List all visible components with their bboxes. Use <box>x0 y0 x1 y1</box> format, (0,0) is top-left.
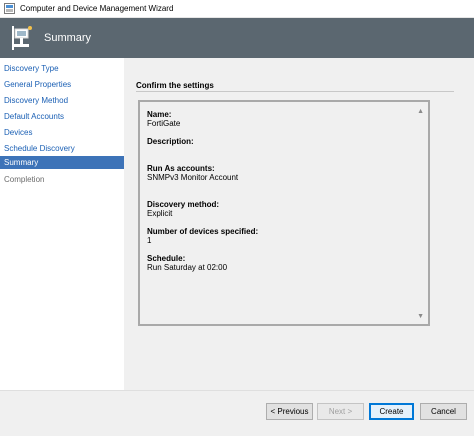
wizard-content: Confirm the settings Name: FortiGate Des… <box>124 58 474 390</box>
previous-button[interactable]: < Previous <box>266 403 313 420</box>
nav-item-discovery-method[interactable]: Discovery Method <box>0 94 124 107</box>
nav-item-schedule-discovery[interactable]: Schedule Discovery <box>0 142 124 155</box>
discovery-method-value: Explicit <box>147 209 173 218</box>
wizard-step-nav: Discovery Type General Properties Discov… <box>0 58 124 390</box>
nav-item-default-accounts[interactable]: Default Accounts <box>0 110 124 123</box>
nav-item-devices[interactable]: Devices <box>0 126 124 139</box>
nav-item-completion: Completion <box>4 175 45 184</box>
cancel-button[interactable]: Cancel <box>420 403 467 420</box>
summary-text-box[interactable]: Name: FortiGate Description: Run As acco… <box>138 100 430 326</box>
nav-item-general-properties[interactable]: General Properties <box>0 78 124 91</box>
schedule-label: Schedule: <box>147 254 186 263</box>
scroll-up-arrow-icon[interactable]: ▲ <box>417 108 424 115</box>
summary-content: Name: FortiGate Description: Run As acco… <box>147 110 409 281</box>
discovery-method-label: Discovery method: <box>147 200 220 209</box>
name-value: FortiGate <box>147 119 181 128</box>
description-value <box>147 146 409 155</box>
discovery-wizard-icon <box>10 24 34 52</box>
wizard-banner: Summary <box>0 18 474 58</box>
runas-value: SNMPv3 Monitor Account <box>147 173 239 182</box>
title-bar: Computer and Device Management Wizard <box>0 0 474 18</box>
runas-label: Run As accounts: <box>147 164 215 173</box>
nav-item-summary[interactable]: Summary <box>0 156 124 169</box>
next-button[interactable]: Next > <box>317 403 364 420</box>
wizard-app-icon <box>4 3 15 14</box>
create-button[interactable]: Create <box>369 403 414 420</box>
device-count-value: 1 <box>147 236 152 245</box>
nav-item-discovery-type[interactable]: Discovery Type <box>0 62 124 75</box>
wizard-footer: < Previous Next > Create Cancel <box>0 390 474 436</box>
scroll-down-arrow-icon[interactable]: ▼ <box>417 313 424 320</box>
device-count-label: Number of devices specified: <box>147 227 259 236</box>
name-label: Name: <box>147 110 172 119</box>
page-title: Summary <box>44 32 92 44</box>
schedule-value: Run Saturday at 02:00 <box>147 263 228 272</box>
section-heading: Confirm the settings <box>136 81 214 90</box>
description-label: Description: <box>147 137 194 146</box>
section-divider <box>136 91 454 92</box>
window-title: Computer and Device Management Wizard <box>20 4 174 13</box>
